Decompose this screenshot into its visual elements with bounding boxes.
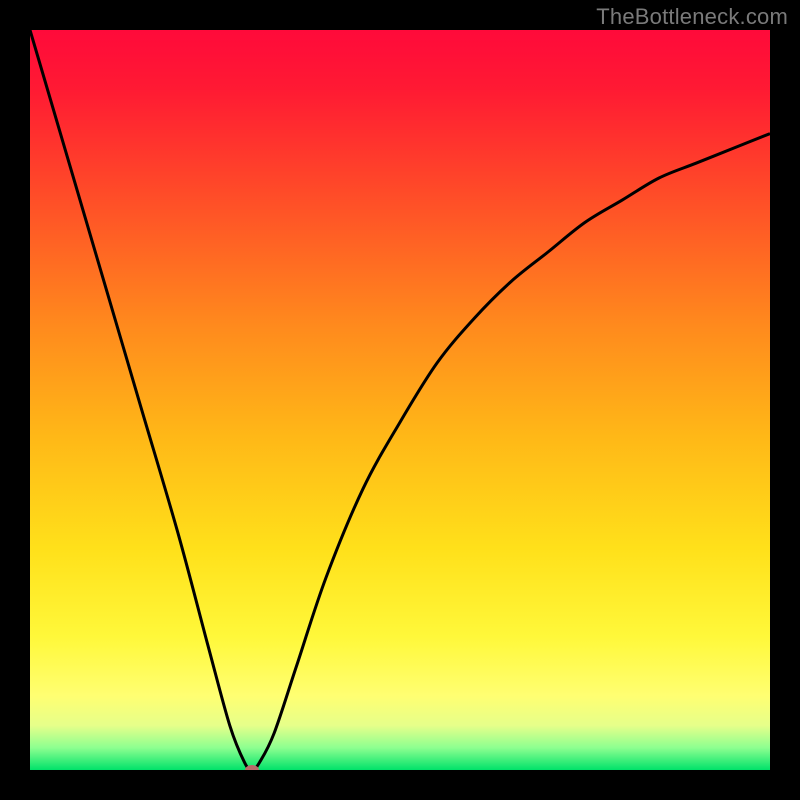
bottleneck-curve	[30, 30, 770, 770]
curve-line	[30, 30, 770, 770]
watermark-text: TheBottleneck.com	[596, 4, 788, 30]
chart-frame: TheBottleneck.com	[0, 0, 800, 800]
